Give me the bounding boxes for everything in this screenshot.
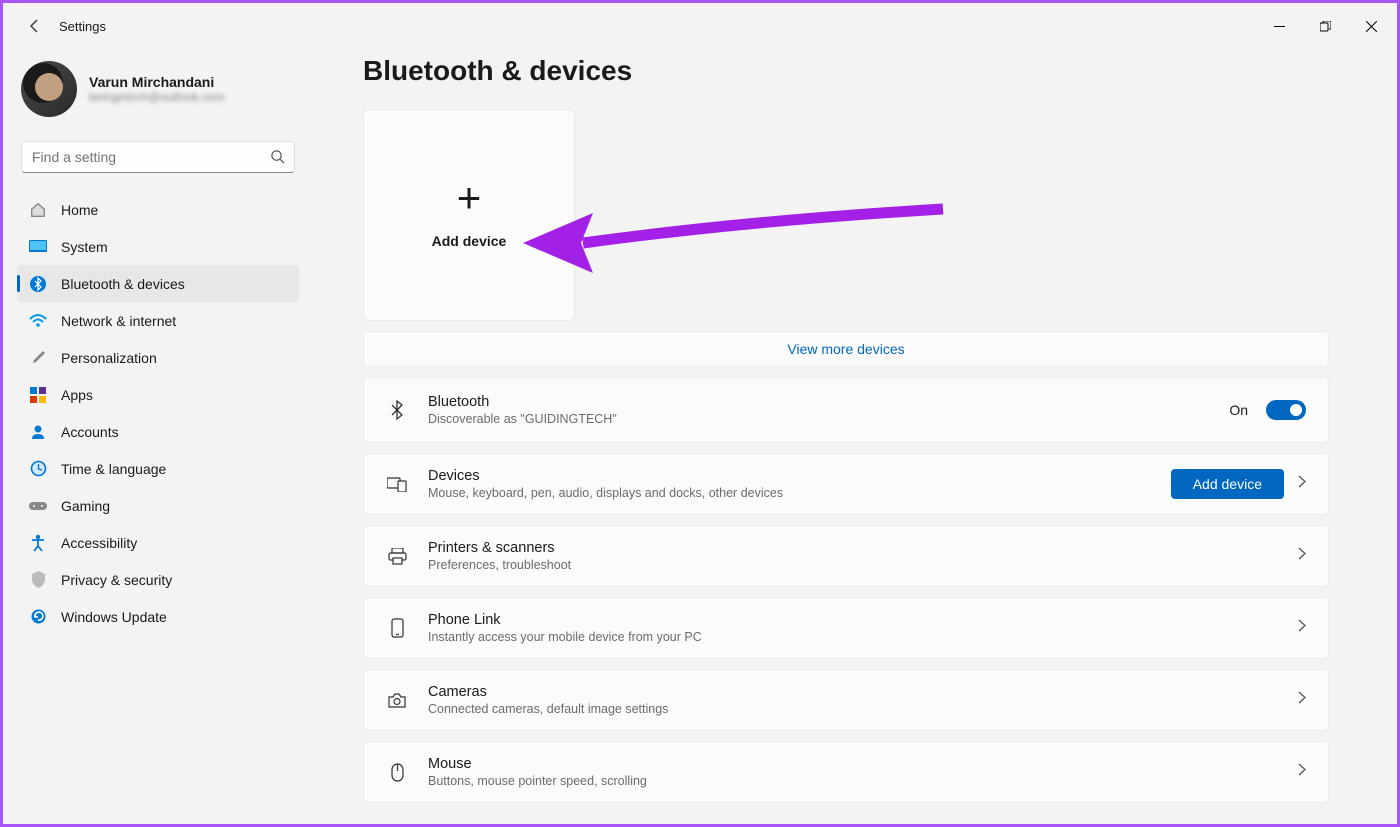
nav-item-network[interactable]: Network & internet bbox=[17, 302, 299, 339]
mouse-sub: Buttons, mouse pointer speed, scrolling bbox=[428, 774, 1278, 788]
update-icon bbox=[29, 608, 47, 626]
restore-icon bbox=[1320, 21, 1331, 32]
minimize-icon bbox=[1274, 21, 1285, 32]
gamepad-icon bbox=[29, 497, 47, 515]
search-input[interactable] bbox=[21, 141, 295, 173]
nav-label: Time & language bbox=[61, 461, 166, 477]
cameras-sub: Connected cameras, default image setting… bbox=[428, 702, 1278, 716]
nav-item-time-language[interactable]: Time & language bbox=[17, 450, 299, 487]
devices-sub: Mouse, keyboard, pen, audio, displays an… bbox=[428, 486, 1151, 500]
clock-globe-icon bbox=[29, 460, 47, 478]
nav-label: System bbox=[61, 239, 108, 255]
home-icon bbox=[29, 201, 47, 219]
nav-label: Accounts bbox=[61, 424, 119, 440]
person-icon bbox=[29, 423, 47, 441]
nav-item-privacy-security[interactable]: Privacy & security bbox=[17, 561, 299, 598]
nav-item-system[interactable]: System bbox=[17, 228, 299, 265]
nav-item-accessibility[interactable]: Accessibility bbox=[17, 524, 299, 561]
shield-icon bbox=[29, 571, 47, 589]
main-content: Bluetooth & devices + Add device View mo… bbox=[313, 49, 1397, 824]
close-icon bbox=[1366, 21, 1377, 32]
user-email: beingmirch@outlook.com bbox=[89, 90, 225, 104]
wifi-icon bbox=[29, 312, 47, 330]
bluetooth-row[interactable]: Bluetooth Discoverable as "GUIDINGTECH" … bbox=[363, 377, 1329, 443]
page-title: Bluetooth & devices bbox=[363, 55, 1329, 87]
phone-link-row[interactable]: Phone Link Instantly access your mobile … bbox=[363, 597, 1329, 659]
user-card[interactable]: Varun Mirchandani beingmirch@outlook.com bbox=[17, 55, 299, 135]
arrow-left-icon bbox=[27, 18, 43, 34]
sidebar: Varun Mirchandani beingmirch@outlook.com… bbox=[3, 49, 313, 824]
bluetooth-icon bbox=[29, 275, 47, 293]
nav-item-windows-update[interactable]: Windows Update bbox=[17, 598, 299, 635]
cameras-row[interactable]: Cameras Connected cameras, default image… bbox=[363, 669, 1329, 731]
apps-icon bbox=[29, 386, 47, 404]
nav-item-gaming[interactable]: Gaming bbox=[17, 487, 299, 524]
chevron-right-icon bbox=[1298, 475, 1306, 493]
add-device-card[interactable]: + Add device bbox=[363, 109, 575, 321]
avatar bbox=[21, 61, 77, 117]
cameras-title: Cameras bbox=[428, 684, 1278, 700]
printers-title: Printers & scanners bbox=[428, 540, 1278, 556]
view-more-label: View more devices bbox=[787, 341, 904, 357]
nav-label: Home bbox=[61, 202, 98, 218]
view-more-devices-link[interactable]: View more devices bbox=[363, 331, 1329, 367]
window-controls bbox=[1256, 6, 1394, 46]
nav-label: Apps bbox=[61, 387, 93, 403]
close-button[interactable] bbox=[1348, 6, 1394, 46]
phone-title: Phone Link bbox=[428, 612, 1278, 628]
devices-icon bbox=[386, 476, 408, 492]
nav-list: Home System Bluetooth & devices Network … bbox=[17, 191, 299, 635]
nav-label: Personalization bbox=[61, 350, 157, 366]
brush-icon bbox=[29, 349, 47, 367]
add-device-label: Add device bbox=[432, 233, 507, 249]
system-icon bbox=[29, 238, 47, 256]
phone-sub: Instantly access your mobile device from… bbox=[428, 630, 1278, 644]
nav-label: Gaming bbox=[61, 498, 110, 514]
bluetooth-glyph-icon bbox=[386, 400, 408, 420]
nav-item-bluetooth-devices[interactable]: Bluetooth & devices bbox=[17, 265, 299, 302]
nav-label: Network & internet bbox=[61, 313, 176, 329]
printers-row[interactable]: Printers & scanners Preferences, trouble… bbox=[363, 525, 1329, 587]
accessibility-icon bbox=[29, 534, 47, 552]
restore-button[interactable] bbox=[1302, 6, 1348, 46]
printer-icon bbox=[386, 548, 408, 565]
nav-item-apps[interactable]: Apps bbox=[17, 376, 299, 413]
title-bar: Settings bbox=[3, 3, 1397, 49]
bluetooth-title: Bluetooth bbox=[428, 394, 1209, 410]
phone-icon bbox=[386, 618, 408, 638]
devices-row[interactable]: Devices Mouse, keyboard, pen, audio, dis… bbox=[363, 453, 1329, 515]
camera-icon bbox=[386, 693, 408, 708]
nav-item-home[interactable]: Home bbox=[17, 191, 299, 228]
back-button[interactable] bbox=[21, 12, 49, 40]
devices-title: Devices bbox=[428, 468, 1151, 484]
window-title: Settings bbox=[59, 19, 106, 34]
chevron-right-icon bbox=[1298, 763, 1306, 781]
search-wrap bbox=[21, 141, 295, 173]
search-icon bbox=[270, 149, 285, 169]
bluetooth-sub: Discoverable as "GUIDINGTECH" bbox=[428, 412, 1209, 426]
nav-label: Bluetooth & devices bbox=[61, 276, 185, 292]
bluetooth-state-label: On bbox=[1229, 402, 1248, 418]
nav-label: Accessibility bbox=[61, 535, 137, 551]
user-name: Varun Mirchandani bbox=[89, 74, 225, 90]
nav-item-accounts[interactable]: Accounts bbox=[17, 413, 299, 450]
minimize-button[interactable] bbox=[1256, 6, 1302, 46]
bluetooth-toggle[interactable] bbox=[1266, 400, 1306, 420]
mouse-icon bbox=[386, 763, 408, 782]
chevron-right-icon bbox=[1298, 691, 1306, 709]
add-device-button[interactable]: Add device bbox=[1171, 469, 1284, 499]
nav-label: Windows Update bbox=[61, 609, 167, 625]
nav-item-personalization[interactable]: Personalization bbox=[17, 339, 299, 376]
nav-label: Privacy & security bbox=[61, 572, 172, 588]
mouse-title: Mouse bbox=[428, 756, 1278, 772]
printers-sub: Preferences, troubleshoot bbox=[428, 558, 1278, 572]
chevron-right-icon bbox=[1298, 619, 1306, 637]
mouse-row[interactable]: Mouse Buttons, mouse pointer speed, scro… bbox=[363, 741, 1329, 803]
chevron-right-icon bbox=[1298, 547, 1306, 565]
plus-icon: + bbox=[457, 181, 482, 215]
